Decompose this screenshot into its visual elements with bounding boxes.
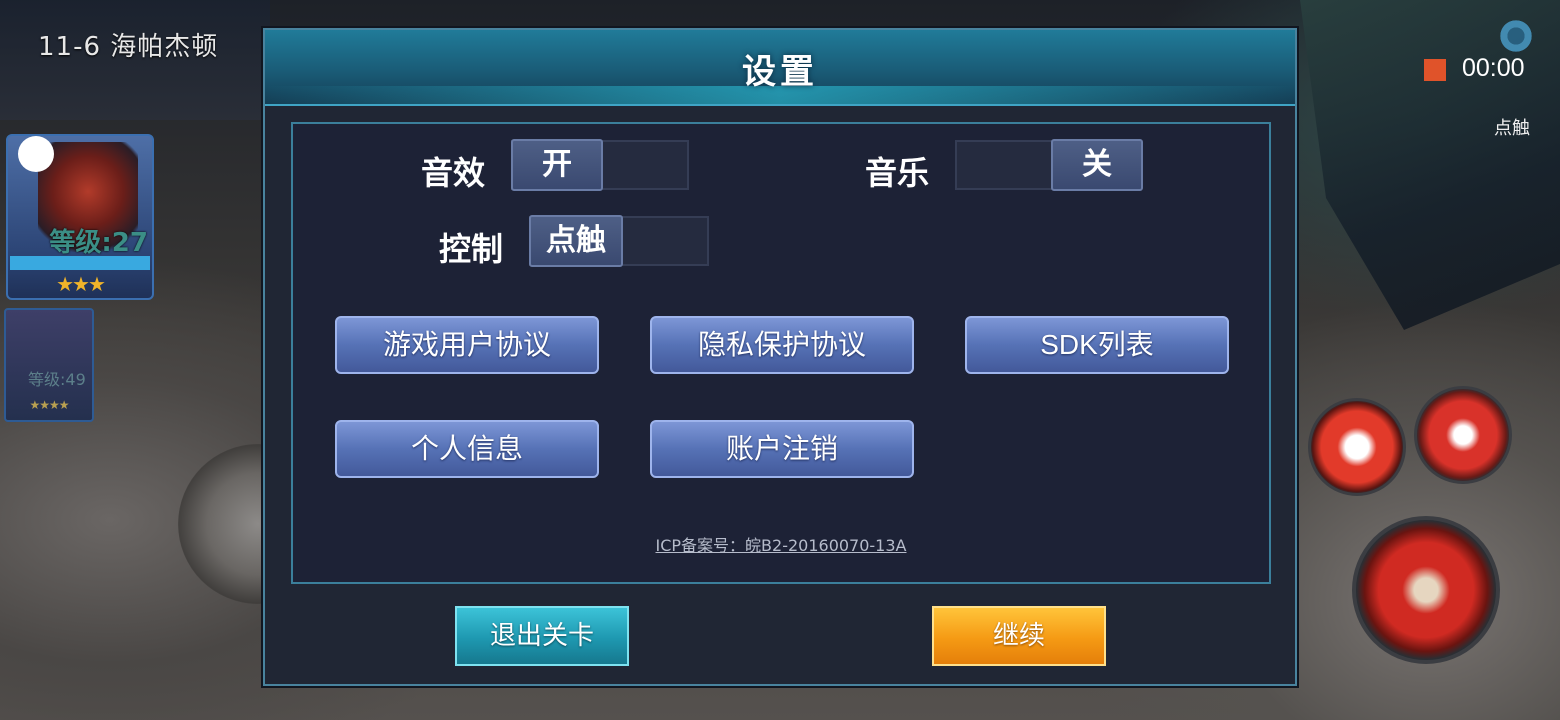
sound-label: 音效 (421, 154, 486, 192)
hero-indicator-icon (18, 136, 54, 172)
settings-dialog: 设置 音效 开 音乐 关 控制 点触 游戏用户协议 隐私保护协议 SDK列表 个… (263, 28, 1297, 686)
music-label: 音乐 (865, 154, 930, 192)
dialog-title: 设置 (742, 52, 818, 92)
skill-button-2[interactable] (1414, 386, 1512, 484)
hero-card-primary[interactable]: 等级:27 ★★★ (6, 134, 154, 300)
privacy-policy-button[interactable]: 隐私保护协议 (650, 316, 914, 374)
control-mode-label: 点触 (1494, 118, 1530, 139)
settings-panel: 音效 开 音乐 关 控制 点触 游戏用户协议 隐私保护协议 SDK列表 个人信息… (291, 122, 1271, 584)
stage-title: 11-6 海帕杰顿 (38, 32, 219, 62)
screen-recorder[interactable]: 00:00 (1414, 50, 1544, 90)
music-toggle-knob[interactable]: 关 (1051, 139, 1143, 191)
record-timer: 00:00 (1462, 54, 1525, 82)
hero-level: 等级:27 (49, 228, 148, 258)
sound-toggle[interactable]: 开 (511, 139, 689, 191)
music-toggle[interactable]: 关 (955, 139, 1143, 191)
hero-level: 等级:49 (28, 370, 86, 389)
hero-card-secondary[interactable]: 等级:49 ★★★★ (4, 308, 94, 422)
sound-toggle-knob[interactable]: 开 (511, 139, 603, 191)
attack-button[interactable] (1352, 516, 1500, 664)
user-agreement-button[interactable]: 游戏用户协议 (335, 316, 599, 374)
stop-record-icon[interactable] (1424, 59, 1446, 81)
control-toggle-knob[interactable]: 点触 (529, 215, 623, 267)
control-toggle[interactable]: 点触 (529, 215, 709, 267)
continue-button[interactable]: 继续 (932, 606, 1106, 666)
icp-link[interactable]: ICP备案号：皖B2-20160070-13A (293, 532, 1269, 556)
skill-button-1[interactable] (1308, 398, 1406, 496)
hero-stars: ★★★★ (29, 398, 69, 412)
sdk-list-button[interactable]: SDK列表 (965, 316, 1229, 374)
exit-stage-button[interactable]: 退出关卡 (455, 606, 629, 666)
dialog-header: 设置 (265, 30, 1295, 106)
control-label: 控制 (439, 230, 504, 268)
personal-info-button[interactable]: 个人信息 (335, 420, 599, 478)
account-delete-button[interactable]: 账户注销 (650, 420, 914, 478)
hero-stars: ★★★ (56, 272, 106, 296)
hero-hp-bar (10, 256, 150, 270)
